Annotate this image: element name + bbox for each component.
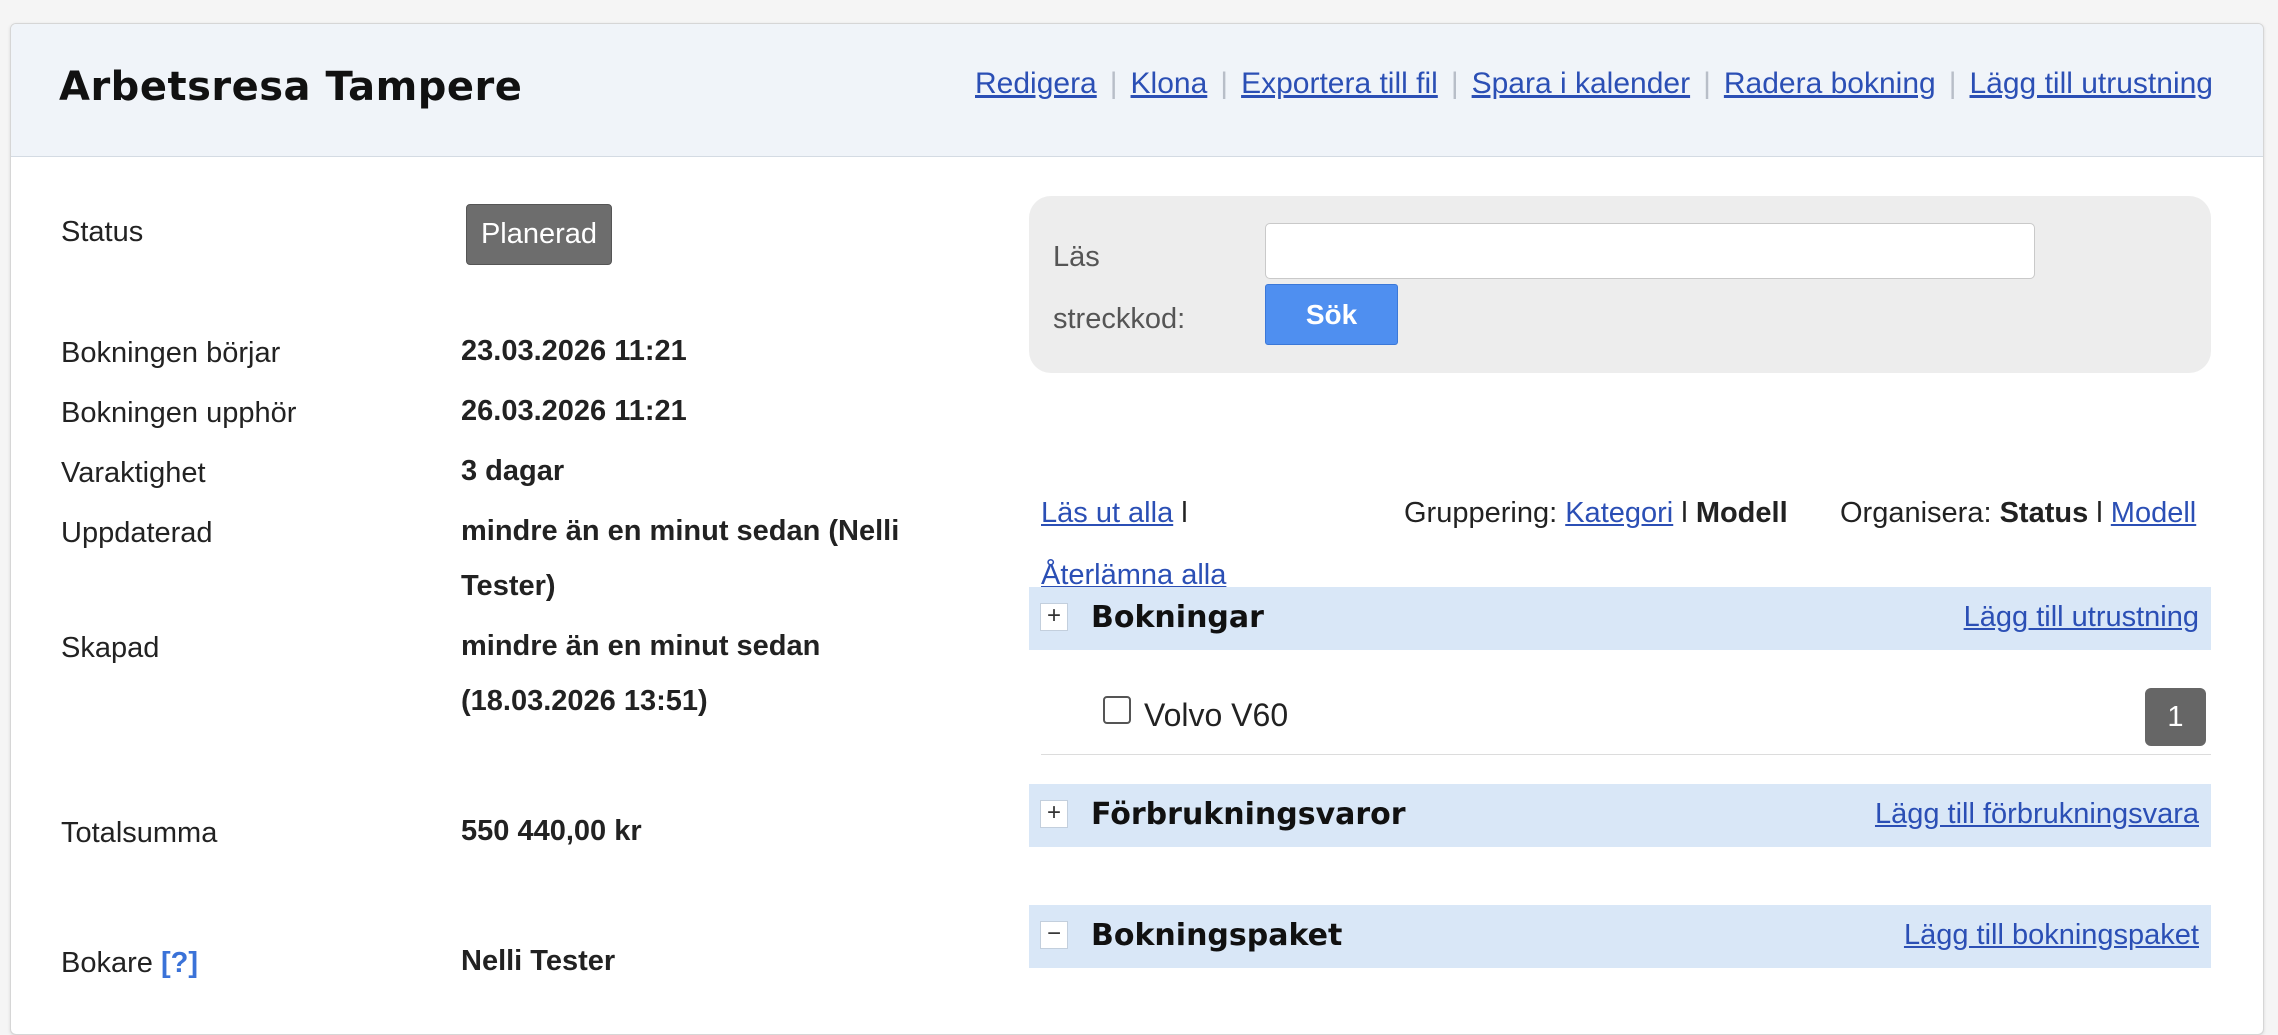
end-value: 26.03.2026 11:21: [461, 395, 687, 427]
add-booking-package-link[interactable]: Lägg till bokningspaket: [1904, 919, 2199, 952]
status-badge: Planerad: [466, 204, 612, 265]
add-equipment-section-link[interactable]: Lägg till utrustning: [1964, 601, 2199, 634]
grouping-category-link[interactable]: Kategori: [1565, 497, 1673, 529]
booker-help-icon[interactable]: [?]: [161, 947, 198, 979]
barcode-label-line1: Läs: [1053, 241, 1100, 273]
section-title: Förbrukningsvaror: [1091, 797, 1406, 832]
section-title: Bokningspaket: [1091, 918, 1343, 953]
section-booking-packages: − Bokningspaket Lägg till bokningspaket: [1029, 905, 2211, 968]
separator: |: [1109, 67, 1118, 100]
list-item: Volvo V60 1: [1041, 674, 2211, 755]
total-value: 550 440,00 kr: [461, 815, 642, 847]
booker-label-text: Bokare: [61, 947, 153, 979]
separator: |: [1948, 67, 1957, 100]
separator: |: [1450, 67, 1459, 100]
barcode-input[interactable]: [1265, 223, 2035, 279]
export-link[interactable]: Exportera till fil: [1241, 67, 1438, 100]
add-consumable-link[interactable]: Lägg till förbrukningsvara: [1875, 798, 2199, 831]
grouping-label: Gruppering:: [1404, 497, 1558, 529]
updated-value-line1: mindre än en minut sedan (Nelli: [461, 515, 900, 547]
item-count-badge: 1: [2145, 688, 2206, 746]
booking-panel: Arbetsresa Tampere Redigera | Klona | Export…: [10, 23, 2264, 1035]
booking-header: Arbetsresa Tampere Redigera | Klona | Export…: [11, 24, 2263, 157]
duration-value: 3 dagar: [461, 455, 565, 487]
booker-value: Nelli Tester: [461, 945, 616, 977]
pipe-separator: l: [1181, 497, 1188, 529]
barcode-label: Läs streckkod:: [1053, 226, 1213, 350]
created-value-line2: (18.03.2026 13:51): [461, 685, 708, 717]
grouping-controls: Gruppering: Kategori l Modell: [1404, 497, 1788, 530]
section-bookings: + Bokningar Lägg till utrustning: [1029, 587, 2211, 650]
created-value: mindre än en minut sedan (18.03.2026 13:…: [461, 619, 820, 729]
pipe-separator: l: [1681, 497, 1688, 529]
organize-label: Organisera:: [1840, 497, 1992, 529]
separator: |: [1220, 67, 1229, 100]
save-calendar-link[interactable]: Spara i kalender: [1472, 67, 1690, 100]
item-name: Volvo V60: [1144, 697, 1289, 733]
updated-value: mindre än en minut sedan (Nelli Tester): [461, 504, 899, 614]
add-equipment-link[interactable]: Lägg till utrustning: [1970, 67, 2214, 100]
checkout-all-link[interactable]: Läs ut alla: [1041, 497, 1173, 529]
end-label: Bokningen upphör: [61, 397, 297, 429]
separator: |: [1703, 67, 1711, 100]
grouping-model-active: Modell: [1695, 497, 1788, 529]
search-button[interactable]: Sök: [1265, 284, 1398, 345]
organize-controls: Organisera: Status l Modell: [1840, 497, 2196, 530]
expand-icon[interactable]: +: [1040, 603, 1068, 631]
checkout-toolbar: Läs ut alla l: [1041, 497, 1188, 530]
created-value-line1: mindre än en minut sedan: [461, 630, 821, 662]
clone-link[interactable]: Klona: [1131, 67, 1208, 100]
updated-label: Uppdaterad: [61, 517, 213, 549]
pipe-separator: l: [2096, 497, 2103, 529]
barcode-label-line2: streckkod:: [1053, 303, 1186, 335]
created-label: Skapad: [61, 632, 160, 664]
booker-label: Bokare [?]: [61, 947, 198, 980]
page-title: Arbetsresa Tampere: [59, 64, 523, 110]
duration-label: Varaktighet: [61, 457, 206, 489]
delete-booking-link[interactable]: Radera bokning: [1724, 67, 1936, 100]
total-label: Totalsumma: [61, 817, 218, 849]
updated-value-line2: Tester): [461, 570, 556, 602]
status-label: Status: [61, 216, 144, 248]
expand-icon[interactable]: +: [1040, 800, 1068, 828]
action-links: Redigera | Klona | Exportera till fil | Spara …: [975, 67, 2213, 101]
start-value: 23.03.2026 11:21: [461, 335, 687, 367]
collapse-icon[interactable]: −: [1040, 921, 1068, 949]
edit-link[interactable]: Redigera: [975, 67, 1097, 100]
organize-model-link[interactable]: Modell: [2111, 497, 2196, 529]
section-title: Bokningar: [1091, 600, 1264, 635]
section-consumables: + Förbrukningsvaror Lägg till förbruknin…: [1029, 784, 2211, 847]
barcode-search-box: Läs streckkod: Sök: [1029, 196, 2211, 373]
organize-status-active: Status: [1999, 497, 2089, 529]
item-checkbox[interactable]: [1103, 696, 1131, 724]
start-label: Bokningen börjar: [61, 337, 281, 369]
